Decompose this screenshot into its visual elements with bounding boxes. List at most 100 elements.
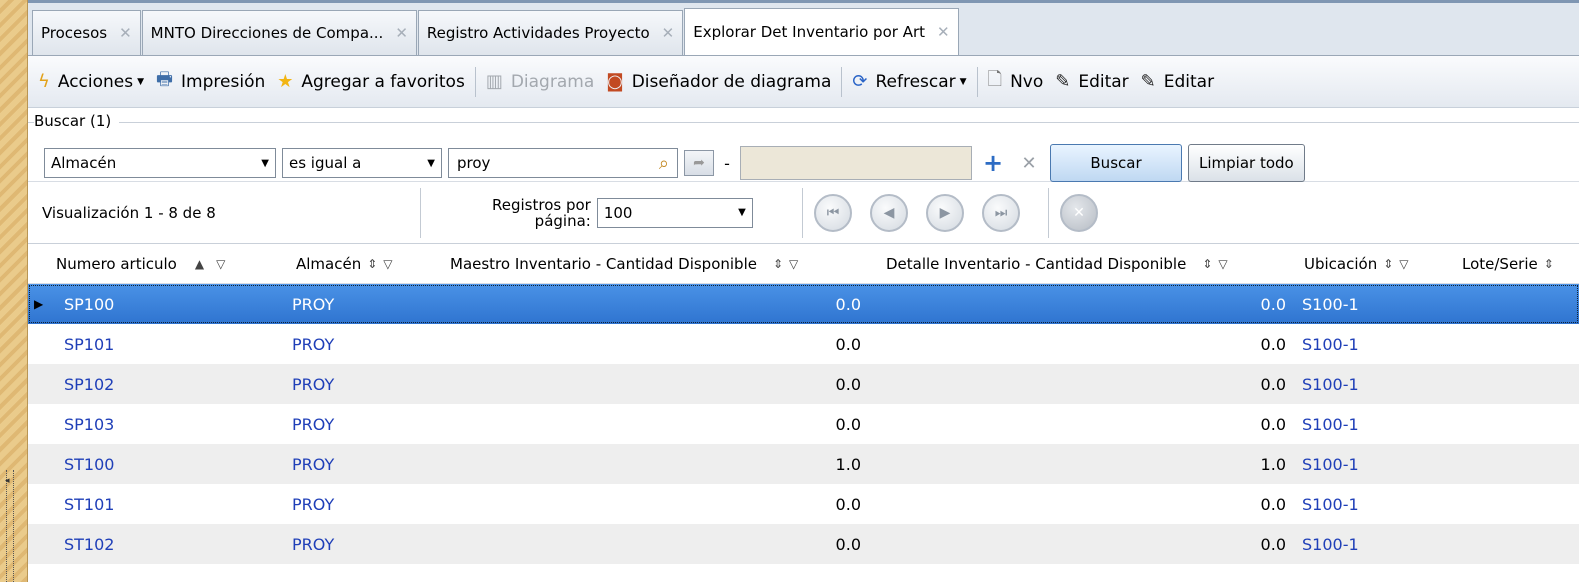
next-page-button[interactable]: ▶	[926, 193, 964, 232]
cell-numero-articulo[interactable]: ST100	[64, 455, 114, 474]
cell-almacen[interactable]: PROY	[292, 295, 334, 314]
magnifier-icon[interactable]: ⌕	[659, 153, 669, 174]
cell-detalle-cantidad: 0.0	[1260, 414, 1286, 434]
tab-mnto-direcciones[interactable]: MNTO Direcciones de Compa... ✕	[141, 10, 417, 55]
sort-icon[interactable]: ⇕	[367, 257, 377, 271]
table-row[interactable]: SP101 PROY 0.0 0.0 S100-1	[28, 324, 1579, 364]
cell-numero-articulo[interactable]: SP100	[64, 295, 114, 314]
column-header-ubicacion[interactable]: Ubicación ⇕ ▽	[1304, 255, 1462, 273]
cell-numero-articulo[interactable]: ST102	[64, 535, 114, 554]
cell-numero-articulo[interactable]: SP103	[64, 415, 114, 434]
disenador-diagrama-button[interactable]: ◙ Diseñador de diagrama	[600, 71, 837, 92]
bar-chart-icon: ▥	[485, 71, 503, 92]
search-operator-select[interactable]: es igual a ▼	[282, 148, 442, 178]
editar-label: Editar	[1078, 71, 1129, 92]
row-indicator-icon: ▶	[34, 297, 44, 311]
first-page-icon: ⏮	[826, 204, 840, 221]
chevron-down-icon: ▼	[261, 157, 269, 169]
filter-icon[interactable]: ▽	[789, 257, 798, 271]
search-value-input[interactable]: proy ⌕	[448, 148, 678, 178]
agregar-favoritos-button[interactable]: ★ Agregar a favoritos	[271, 71, 471, 92]
cell-ubicacion[interactable]: S100-1	[1302, 495, 1359, 514]
cell-ubicacion[interactable]: S100-1	[1302, 295, 1359, 314]
chevron-down-icon: ▼	[137, 76, 145, 87]
sort-icon[interactable]: ⇕	[1383, 257, 1393, 271]
tab-procesos[interactable]: Procesos ✕	[32, 10, 141, 55]
per-page-value: 100	[603, 203, 633, 222]
diagrama-button[interactable]: ▥ Diagrama	[480, 71, 600, 92]
last-page-icon: ⏭	[994, 204, 1008, 221]
close-icon[interactable]: ✕	[119, 24, 132, 42]
cell-almacen[interactable]: PROY	[292, 535, 334, 554]
splitter-handle[interactable]: ◂	[5, 470, 14, 582]
tab-explorar-inventario[interactable]: Explorar Det Inventario por Art ✕	[684, 8, 959, 55]
cell-numero-articulo[interactable]: SP101	[64, 335, 114, 354]
toolbar-divider	[474, 66, 476, 97]
favoritos-label: Agregar a favoritos	[301, 71, 465, 92]
buscar-button[interactable]: Buscar	[1050, 144, 1182, 182]
table-row[interactable]: ▶ SP100 PROY 0.0 0.0 S100-1	[28, 284, 1579, 324]
refrescar-button[interactable]: ⟳ Refrescar ▼	[846, 71, 972, 92]
cell-ubicacion[interactable]: S100-1	[1302, 535, 1359, 554]
impresion-button[interactable]: 🖶 Impresión	[150, 67, 271, 97]
editar-button[interactable]: ✎ Editar	[1049, 71, 1134, 92]
column-header-detalle-cantidad[interactable]: Detalle Inventario - Cantidad Disponible…	[886, 255, 1304, 273]
search-field-select[interactable]: Almacén ▼	[44, 148, 276, 178]
cell-ubicacion[interactable]: S100-1	[1302, 375, 1359, 394]
acciones-button[interactable]: ϟ Acciones ▼	[32, 71, 150, 92]
cell-numero-articulo[interactable]: ST101	[64, 495, 114, 514]
table-row[interactable]: SP102 PROY 0.0 0.0 S100-1	[28, 364, 1579, 404]
next-page-icon: ▶	[939, 204, 951, 221]
sort-asc-icon[interactable]: ▲	[195, 257, 204, 271]
table-row[interactable]: ST100 PROY 1.0 1.0 S100-1	[28, 444, 1579, 484]
sort-icon[interactable]: ⇕	[773, 257, 783, 271]
cell-almacen[interactable]: PROY	[292, 455, 334, 474]
filter-icon[interactable]: ▽	[1399, 257, 1408, 271]
last-page-button[interactable]: ⏭	[982, 193, 1020, 232]
cell-almacen[interactable]: PROY	[292, 375, 334, 394]
close-icon[interactable]: ✕	[395, 24, 408, 42]
impresion-label: Impresión	[181, 71, 266, 92]
filter-icon[interactable]: ▽	[216, 257, 225, 271]
close-icon[interactable]: ✕	[937, 23, 950, 41]
table-row[interactable]: ST102 PROY 0.0 0.0 S100-1	[28, 524, 1579, 564]
lookup-button[interactable]: ➦	[684, 150, 714, 176]
cell-almacen[interactable]: PROY	[292, 335, 334, 354]
stop-button[interactable]: ✕	[1060, 193, 1098, 232]
per-page-select[interactable]: 100 ▼	[596, 197, 753, 228]
cell-ubicacion[interactable]: S100-1	[1302, 335, 1359, 354]
remove-criteria-icon[interactable]: ✕	[1014, 153, 1044, 174]
nuevo-button[interactable]: 🗋 Nvo	[982, 67, 1050, 97]
new-document-icon: 🗋	[987, 68, 1003, 90]
cell-ubicacion[interactable]: S100-1	[1302, 455, 1359, 474]
column-header-almacen[interactable]: Almacén ⇕ ▽	[296, 255, 450, 273]
acciones-label: Acciones	[57, 71, 134, 92]
cell-numero-articulo[interactable]: SP102	[64, 375, 114, 394]
table-row[interactable]: ST101 PROY 0.0 0.0 S100-1	[28, 484, 1579, 524]
sort-icon[interactable]: ⇕	[1544, 257, 1554, 271]
cell-ubicacion[interactable]: S100-1	[1302, 415, 1359, 434]
column-header-maestro-cantidad[interactable]: Maestro Inventario - Cantidad Disponible…	[450, 255, 886, 273]
nuevo-label: Nvo	[1010, 71, 1044, 92]
search-group-border	[28, 122, 1579, 123]
filter-icon[interactable]: ▽	[1218, 257, 1227, 271]
column-header-numero-articulo[interactable]: Numero articulo ▲ ▽	[56, 255, 296, 273]
cell-almacen[interactable]: PROY	[292, 415, 334, 434]
sort-icon[interactable]: ⇕	[1202, 257, 1212, 271]
add-criteria-icon[interactable]: +	[978, 149, 1008, 177]
cell-detalle-cantidad: 0.0	[1260, 334, 1286, 354]
grid-header: Numero articulo ▲ ▽ Almacén ⇕ ▽ Maestro …	[28, 244, 1579, 284]
column-label: Almacén	[296, 254, 362, 273]
table-row[interactable]: SP103 PROY 0.0 0.0 S100-1	[28, 404, 1579, 444]
prev-page-button[interactable]: ◀	[870, 193, 908, 232]
cell-almacen[interactable]: PROY	[292, 495, 334, 514]
tab-registro-actividades[interactable]: Registro Actividades Proyecto ✕	[417, 10, 684, 55]
filter-icon[interactable]: ▽	[383, 257, 392, 271]
limpiar-todo-button[interactable]: Limpiar todo	[1188, 144, 1305, 182]
column-header-lote-serie[interactable]: Lote/Serie ⇕	[1462, 255, 1560, 273]
editar-button-2[interactable]: ✎ Editar	[1135, 71, 1220, 92]
first-page-button[interactable]: ⏮	[814, 193, 852, 232]
search-value-to-input[interactable]	[740, 146, 972, 180]
pager-divider	[420, 187, 422, 238]
close-icon[interactable]: ✕	[662, 24, 675, 42]
